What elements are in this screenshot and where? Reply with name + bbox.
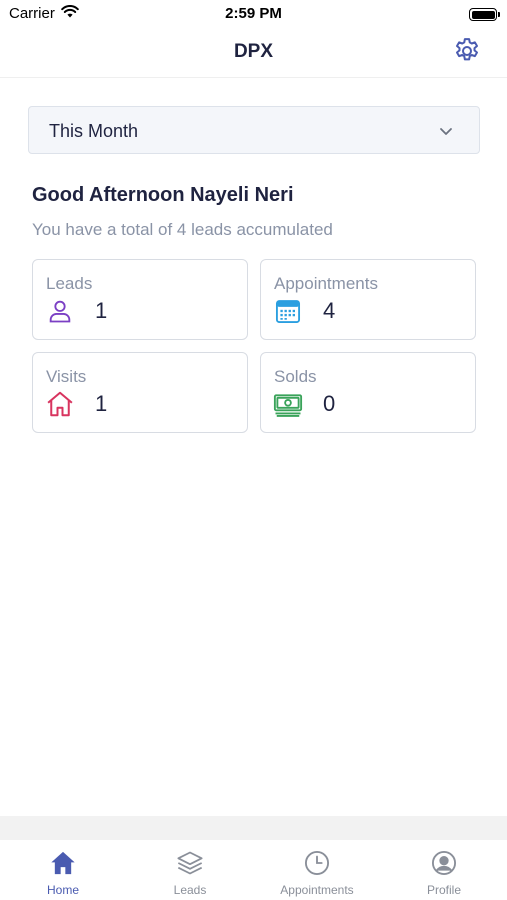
status-bar: Carrier 2:59 PM xyxy=(0,0,507,28)
tab-label: Profile xyxy=(426,883,461,897)
layers-icon xyxy=(175,848,205,878)
tab-home[interactable]: Home xyxy=(0,848,126,900)
stat-card-label: Solds xyxy=(274,367,317,386)
settings-button[interactable] xyxy=(451,37,483,69)
period-select-value: This Month xyxy=(49,121,139,141)
tab-label: Leads xyxy=(173,883,207,897)
money-icon xyxy=(273,389,303,419)
battery-icon xyxy=(469,8,500,21)
stat-card-value: 1 xyxy=(95,298,108,323)
greeting-title: Good Afternoon Nayeli Neri xyxy=(32,184,294,206)
stat-card-leads[interactable]: Leads 1 xyxy=(32,259,248,340)
tab-appointments[interactable]: Appointments xyxy=(254,848,380,900)
stat-card-visits[interactable]: Visits 1 xyxy=(32,352,248,433)
tab-leads[interactable]: Leads xyxy=(127,848,253,900)
stat-card-label: Visits xyxy=(46,367,87,386)
home-icon xyxy=(48,848,78,878)
tab-label: Appointments xyxy=(280,883,354,897)
stat-card-label: Leads xyxy=(46,274,93,293)
stat-card-appointments[interactable]: Appointments 4 xyxy=(260,259,476,340)
greeting-subtitle: You have a total of 4 leads accumulated xyxy=(32,220,333,239)
stat-card-value: 4 xyxy=(323,298,336,323)
tab-profile[interactable]: Profile xyxy=(381,848,507,900)
gear-icon xyxy=(452,36,482,71)
stat-card-value: 1 xyxy=(95,391,108,416)
page-title: DPX xyxy=(233,41,274,62)
clock-icon xyxy=(302,848,332,878)
tab-label: Home xyxy=(46,883,79,897)
calendar-icon xyxy=(273,296,303,326)
home-icon xyxy=(45,389,75,419)
stat-card-solds[interactable]: Solds 0 xyxy=(260,352,476,433)
stat-card-value: 0 xyxy=(323,391,336,416)
user-icon xyxy=(45,296,75,326)
nav-bar: DPX xyxy=(0,28,507,78)
stat-card-label: Appointments xyxy=(274,274,378,293)
status-time: 2:59 PM xyxy=(225,5,282,22)
chevron-down-icon xyxy=(439,124,453,142)
tab-bar: Home Leads Appointments Profile xyxy=(0,816,507,900)
profile-icon xyxy=(429,848,459,878)
period-select[interactable]: This Month xyxy=(28,106,480,154)
